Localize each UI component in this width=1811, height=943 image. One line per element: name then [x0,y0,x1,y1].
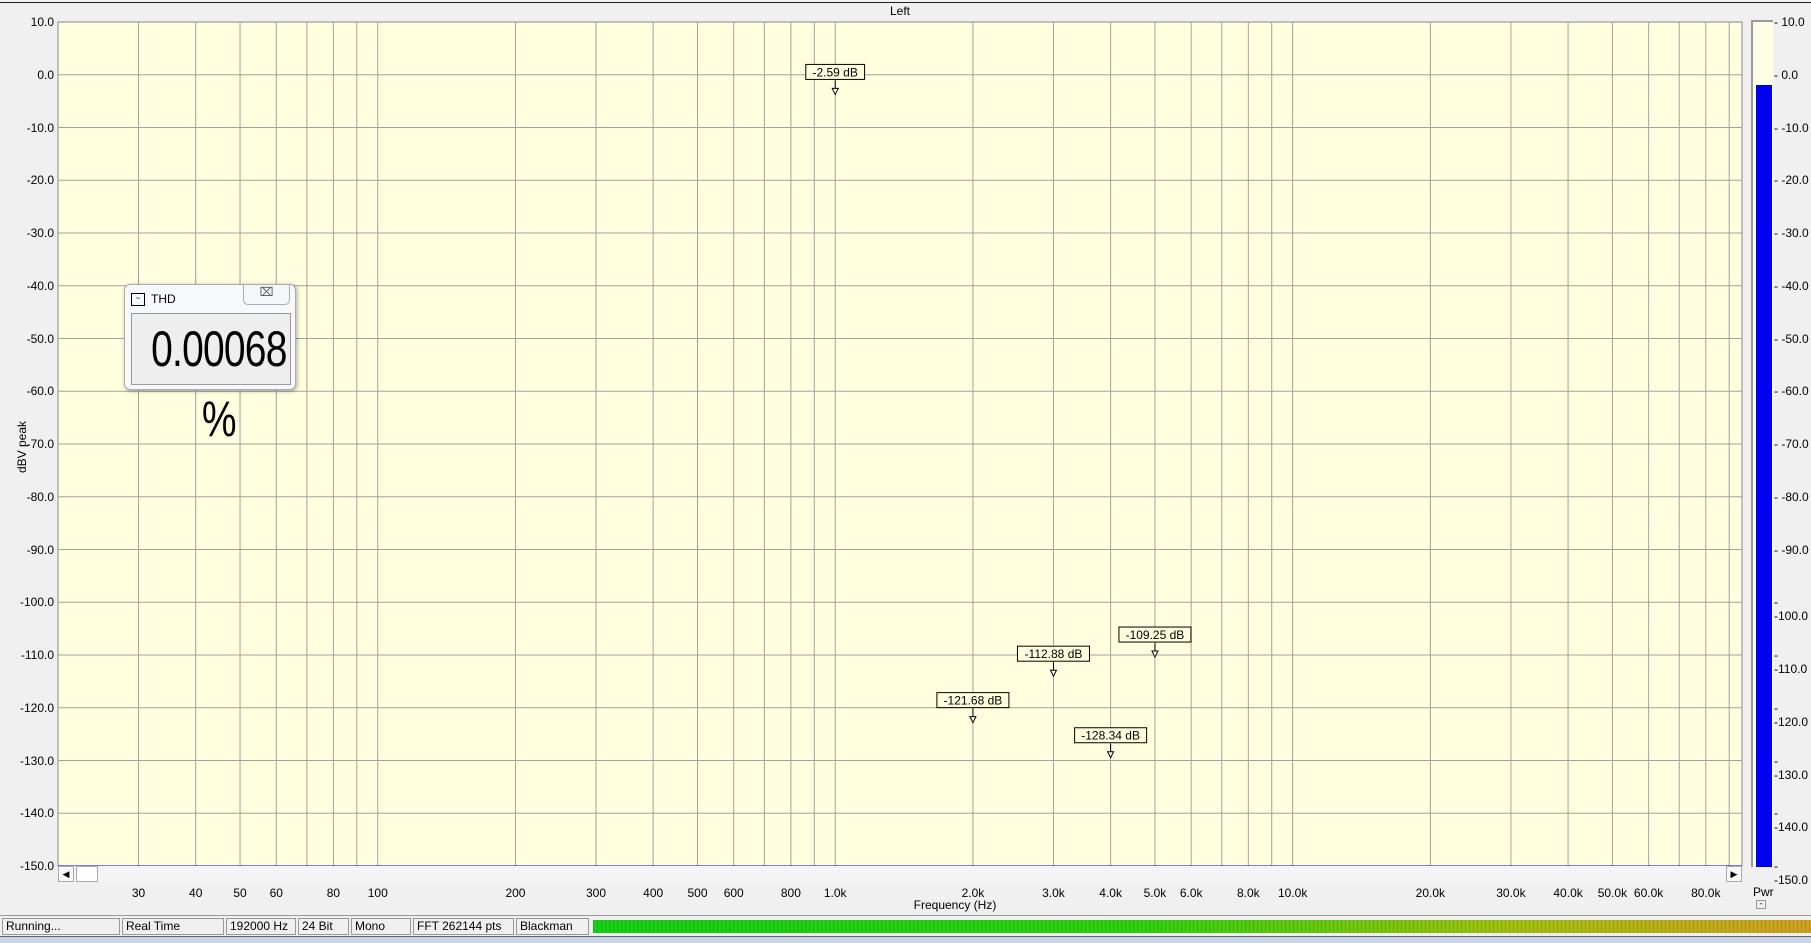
meter-tick-label: - -60.0 [1774,384,1809,399]
meter-tick-label: - -80.0 [1774,489,1809,504]
y-axis-title: dBV peak [15,420,29,474]
y-tick-label: -20.0 [26,173,54,188]
meter-tick-label: - -20.0 [1774,173,1809,188]
scroll-thumb[interactable] [76,866,98,882]
power-meter-fill [1756,85,1772,867]
power-meter-label: Pwr [1753,885,1774,899]
meter-toggle-button[interactable]: - [1756,900,1766,909]
status-fft-size: FFT 262144 pts [413,918,514,935]
meter-tick-label: - -50.0 [1774,331,1809,346]
meter-tick-label: - -140.0 [1774,806,1809,835]
meter-tick-label: - 0.0 [1774,67,1799,82]
y-tick-label: -10.0 [26,120,54,135]
y-tick-label: -130.0 [19,753,54,768]
y-tick-label: -110.0 [20,648,54,662]
y-tick-label: -100.0 [19,595,54,610]
scroll-right-button[interactable]: ▶ [1726,866,1742,882]
marker-label: -109.25 dB [1126,628,1185,642]
status-bit-depth: 24 Bit [298,918,349,935]
taskbar [0,936,1811,943]
meter-tick-label: - -10.0 [1774,120,1809,135]
thd-title: THD [151,292,176,306]
marker-label: -128.34 dB [1081,729,1140,743]
status-channels: Mono [351,918,411,935]
thd-window[interactable]: ~ THD ⌧ 0.00068 % [124,284,296,447]
input-level-bar [593,920,1811,933]
status-state: Running... [2,918,120,935]
scroll-left-button[interactable]: ◀ [58,866,74,882]
power-meter [1751,20,1773,867]
y-tick-label: -140.0 [19,806,54,821]
meter-tick-label: - -110.0 [1774,648,1808,676]
status-sample-rate: 192000 Hz [226,918,296,935]
close-button[interactable]: ⌧ [243,285,290,305]
meter-tick-label: - -100.0 [1774,595,1809,624]
y-tick-label: -40.0 [26,278,54,293]
status-mode: Real Time [122,918,224,935]
meter-tick-label: - 10.0 [1774,15,1805,29]
meter-tick-label: - -40.0 [1774,278,1809,293]
marker-label: -112.88 dB [1025,647,1083,661]
meter-tick-label: - -120.0 [1774,700,1809,729]
meter-tick-label: - -70.0 [1774,437,1809,451]
waveform-icon: ~ [131,293,145,306]
meter-tick-label: - -130.0 [1774,753,1809,782]
y-tick-label: -150.0 [19,859,54,873]
y-tick-label: 0.0 [37,67,54,82]
x-axis-title: Frequency (Hz) [913,898,997,912]
thd-value: 0.00068 % [151,321,287,447]
y-tick-label: -80.0 [26,489,54,504]
spectrum-plot[interactable]: -2.59 dB-121.68 dB-112.88 dB-128.34 dB-1… [0,0,1811,943]
meter-tick-label: - -150.0 [1774,859,1809,887]
marker-label: -2.59 dB [813,65,858,79]
y-tick-label: -50.0 [26,331,54,346]
marker-label: -121.68 dB [944,694,1003,708]
horizontal-scrollbar[interactable]: ◀ ▶ [58,866,1742,882]
y-tick-label: -90.0 [26,542,54,557]
y-tick-label: -60.0 [26,384,54,399]
y-tick-label: -120.0 [19,700,54,715]
meter-tick-label: - -30.0 [1774,226,1809,240]
y-tick-label: -30.0 [26,226,54,240]
status-window: Blackman [516,918,589,935]
status-bar: Running... Real Time 192000 Hz 24 Bit Mo… [0,915,1811,935]
meter-tick-label: - -90.0 [1774,542,1809,557]
y-tick-label: 10.0 [30,15,54,29]
